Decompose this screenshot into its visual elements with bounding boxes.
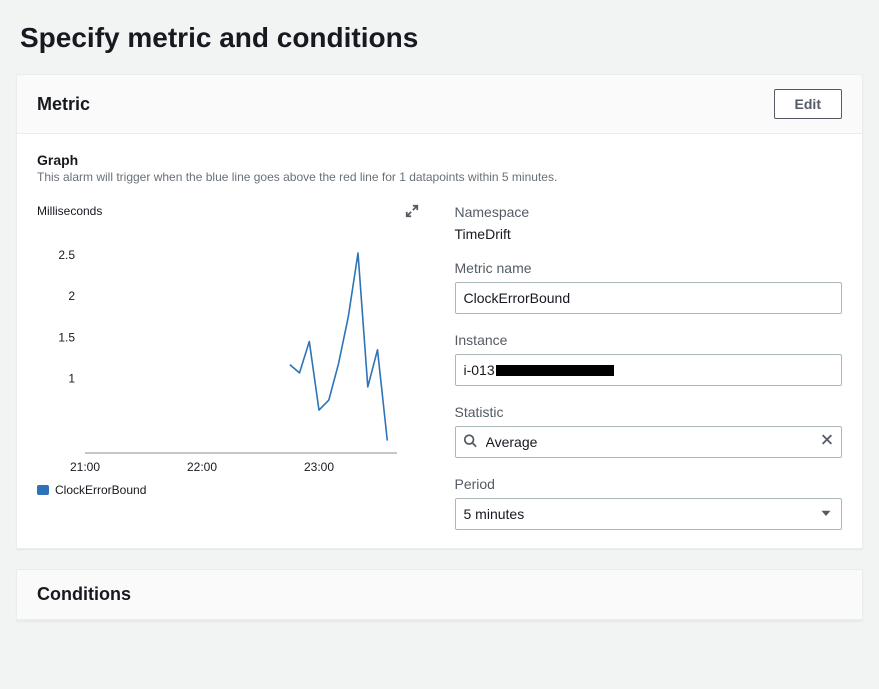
statistic-input[interactable] (455, 426, 843, 458)
chart-svg: 1 1.5 2 2.5 21:00 22:00 23:00 (37, 222, 407, 477)
metric-panel-header: Metric Edit (17, 75, 862, 134)
svg-text:23:00: 23:00 (304, 460, 334, 474)
instance-input[interactable]: i-013 (455, 354, 843, 386)
metric-panel: Metric Edit Graph This alarm will trigge… (16, 74, 863, 549)
namespace-label: Namespace (455, 204, 843, 220)
svg-text:2: 2 (68, 289, 75, 303)
legend-label: ClockErrorBound (55, 483, 146, 497)
legend-swatch (37, 485, 49, 495)
metric-panel-title: Metric (37, 94, 90, 115)
svg-text:1.5: 1.5 (58, 330, 75, 344)
chart-legend: ClockErrorBound (37, 483, 425, 497)
svg-text:2.5: 2.5 (58, 248, 75, 262)
chart: Milliseconds 1 1.5 2 2.5 21:00 22:00 23:00 (37, 204, 425, 477)
statistic-label: Statistic (455, 404, 843, 420)
expand-icon[interactable] (405, 204, 419, 221)
metric-name-label: Metric name (455, 260, 843, 276)
page-title: Specify metric and conditions (20, 22, 863, 54)
svg-text:1: 1 (68, 372, 75, 386)
svg-text:21:00: 21:00 (70, 460, 100, 474)
instance-redacted (496, 365, 614, 376)
period-select[interactable] (455, 498, 843, 530)
period-label: Period (455, 476, 843, 492)
conditions-panel: Conditions (16, 569, 863, 621)
metric-name-input[interactable] (455, 282, 843, 314)
svg-text:22:00: 22:00 (187, 460, 217, 474)
chart-unit-label: Milliseconds (37, 204, 425, 218)
conditions-panel-header: Conditions (17, 570, 862, 620)
instance-label: Instance (455, 332, 843, 348)
edit-button[interactable]: Edit (774, 89, 842, 119)
close-icon[interactable] (820, 433, 834, 452)
graph-description: This alarm will trigger when the blue li… (37, 170, 842, 184)
namespace-value: TimeDrift (455, 226, 843, 242)
graph-section-title: Graph (37, 152, 842, 168)
conditions-panel-title: Conditions (37, 584, 131, 605)
instance-value-prefix: i-013 (464, 362, 495, 378)
